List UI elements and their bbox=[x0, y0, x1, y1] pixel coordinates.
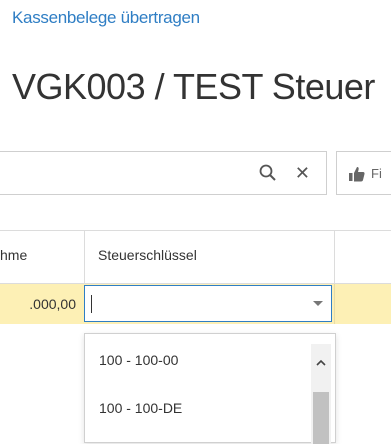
dropdown-list[interactable]: 100 - 100-00 100 - 100-DE bbox=[84, 333, 336, 444]
scrollbar[interactable] bbox=[311, 344, 331, 444]
row-divider bbox=[334, 284, 335, 324]
thumbs-up-icon bbox=[349, 167, 365, 182]
search-input[interactable]: ✕ bbox=[0, 151, 327, 195]
filter-button[interactable]: Fi bbox=[336, 151, 391, 195]
column-divider bbox=[84, 231, 85, 283]
page-title: VGK003 / TEST Steuer bbox=[12, 66, 375, 107]
amount-cell[interactable]: .000,00 bbox=[0, 296, 76, 312]
tax-key-combobox[interactable] bbox=[84, 285, 332, 322]
dropdown-option[interactable]: 100 - 100-00 bbox=[99, 352, 178, 368]
scrollbar-thumb[interactable] bbox=[313, 392, 329, 444]
column-header-tax-key[interactable]: Steuerschlüssel bbox=[98, 247, 197, 263]
filter-button-label: Fi bbox=[371, 166, 382, 181]
grid-top-border bbox=[0, 230, 391, 231]
column-header-amount[interactable]: hme bbox=[0, 247, 27, 263]
close-icon[interactable]: ✕ bbox=[295, 164, 310, 182]
chevron-down-icon[interactable] bbox=[313, 301, 323, 306]
search-icon[interactable] bbox=[258, 163, 278, 183]
dropdown-option[interactable]: 100 - 100-DE bbox=[99, 400, 182, 416]
text-cursor bbox=[91, 295, 92, 313]
breadcrumb[interactable]: Kassenbelege übertragen bbox=[12, 8, 200, 28]
chevron-up-icon[interactable] bbox=[316, 358, 326, 368]
column-divider bbox=[334, 231, 335, 283]
